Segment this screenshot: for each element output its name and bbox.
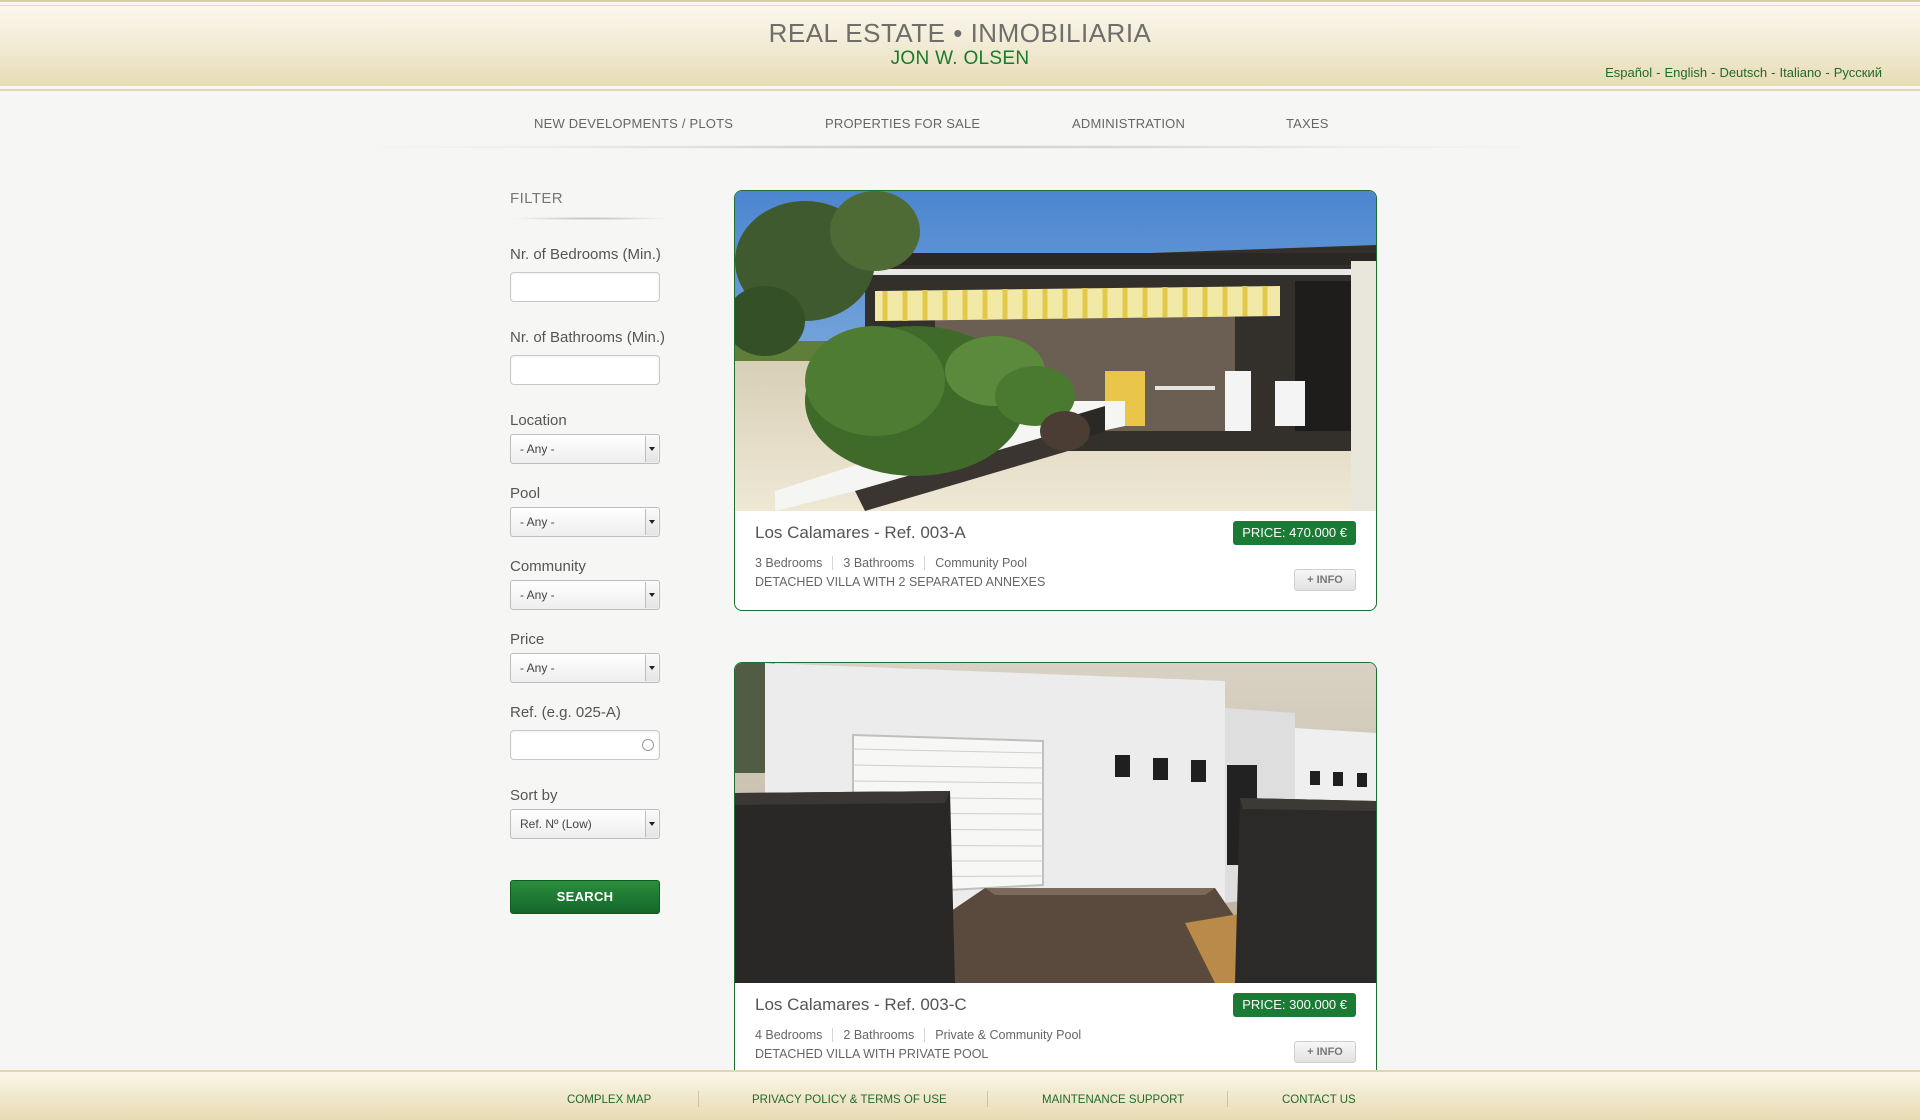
footer-contact-us[interactable]: CONTACT US [1282,1094,1356,1106]
pool-label: Pool [510,485,541,502]
footer-divider [987,1091,988,1107]
nav-divider [355,145,1545,149]
bedrooms-label: Nr. of Bedrooms (Min.) [510,246,661,263]
sort-select[interactable]: Ref. Nº (Low) [510,809,660,839]
lang-russian[interactable]: Русский [1834,65,1882,80]
lang-separator: - [1656,65,1661,80]
property-title[interactable]: Los Calamares - Ref. 003-C [755,995,967,1015]
language-switcher: Español - English - Deutsch - Italiano - Русский [1605,65,1882,80]
pool-select[interactable]: - Any - [510,507,660,537]
lang-english[interactable]: English [1664,65,1707,80]
community-select[interactable]: - Any - [510,580,660,610]
search-button[interactable]: SEARCH [510,880,660,914]
nav-taxes[interactable]: TAXES [1286,116,1329,131]
price-badge: PRICE: 300.000 € [1233,993,1356,1017]
filter-divider [510,217,670,220]
bedrooms-input[interactable] [510,272,660,302]
footer-maintenance-support[interactable]: MAINTENANCE SUPPORT [1042,1094,1184,1106]
chevron-down-icon [645,582,658,608]
filter-title: FILTER [510,190,563,207]
price-badge: PRICE: 470.000 € [1233,521,1356,545]
feature-bedrooms: 3 Bedrooms [755,556,823,570]
chevron-down-icon [645,811,658,837]
bathrooms-input[interactable] [510,355,660,385]
site-header: REAL ESTATE • INMOBILIARIA JON W. OLSEN … [0,0,1920,91]
feature-bathrooms: 3 Bathrooms [832,556,924,570]
chevron-down-icon [645,509,658,535]
footer-privacy-policy[interactable]: PRIVACY POLICY & TERMS OF USE [752,1094,947,1106]
feature-pool: Community Pool [924,556,1037,570]
lang-espanol[interactable]: Español [1605,65,1652,80]
property-card: Los Calamares - Ref. 003-A PRICE: 470.00… [734,190,1377,611]
bathrooms-label: Nr. of Bathrooms (Min.) [510,329,666,346]
property-features: 3 Bedrooms 3 Bathrooms Community Pool [755,556,1037,570]
more-info-button[interactable]: + INFO [1294,569,1356,591]
more-info-button[interactable]: + INFO [1294,1041,1356,1063]
feature-pool: Private & Community Pool [924,1028,1091,1042]
footer-complex-map[interactable]: COMPLEX MAP [567,1094,651,1106]
price-select[interactable]: - Any - [510,653,660,683]
search-icon [642,739,654,751]
feature-bedrooms: 4 Bedrooms [755,1028,823,1042]
nav-administration[interactable]: ADMINISTRATION [1072,116,1185,131]
price-label: Price [510,631,545,648]
site-footer: COMPLEX MAP PRIVACY POLICY & TERMS OF US… [0,1070,1920,1120]
pool-select-value: - Any - [520,515,555,529]
property-photo[interactable] [735,191,1376,511]
property-description: DETACHED VILLA WITH PRIVATE POOL [755,1047,989,1061]
nav-properties-for-sale[interactable]: PROPERTIES FOR SALE [825,116,980,131]
community-label: Community [510,558,586,575]
footer-divider [698,1091,699,1107]
lang-separator: - [1711,65,1716,80]
filter-panel: FILTER Nr. of Bedrooms (Min.) Nr. of Bat… [510,190,680,914]
chevron-down-icon [645,436,658,462]
lang-separator: - [1825,65,1830,80]
ref-label: Ref. (e.g. 025-A) [510,704,621,721]
footer-divider [1227,1091,1228,1107]
property-card: Los Calamares - Ref. 003-C PRICE: 300.00… [734,662,1377,1083]
sort-select-value: Ref. Nº (Low) [520,817,592,831]
property-description: DETACHED VILLA WITH 2 SEPARATED ANNEXES [755,575,1046,589]
property-photo-garage [735,663,1376,983]
ref-search-input[interactable] [510,730,660,760]
property-photo-terrace [735,191,1376,511]
sort-label: Sort by [510,787,558,804]
location-select-value: - Any - [520,442,555,456]
nav-new-developments[interactable]: NEW DEVELOPMENTS / PLOTS [534,116,733,131]
feature-bathrooms: 2 Bathrooms [832,1028,924,1042]
property-photo[interactable] [735,663,1376,983]
location-select[interactable]: - Any - [510,434,660,464]
lang-separator: - [1771,65,1776,80]
price-select-value: - Any - [520,661,555,675]
chevron-down-icon [645,655,658,681]
site-title: REAL ESTATE • INMOBILIARIA [768,18,1152,48]
property-features: 4 Bedrooms 2 Bathrooms Private & Community… [755,1028,1091,1042]
lang-italiano[interactable]: Italiano [1779,65,1821,80]
property-title[interactable]: Los Calamares - Ref. 003-A [755,523,966,543]
community-select-value: - Any - [520,588,555,602]
lang-deutsch[interactable]: Deutsch [1719,65,1767,80]
main-nav: NEW DEVELOPMENTS / PLOTS PROPERTIES FOR … [0,116,1920,136]
location-label: Location [510,412,567,429]
